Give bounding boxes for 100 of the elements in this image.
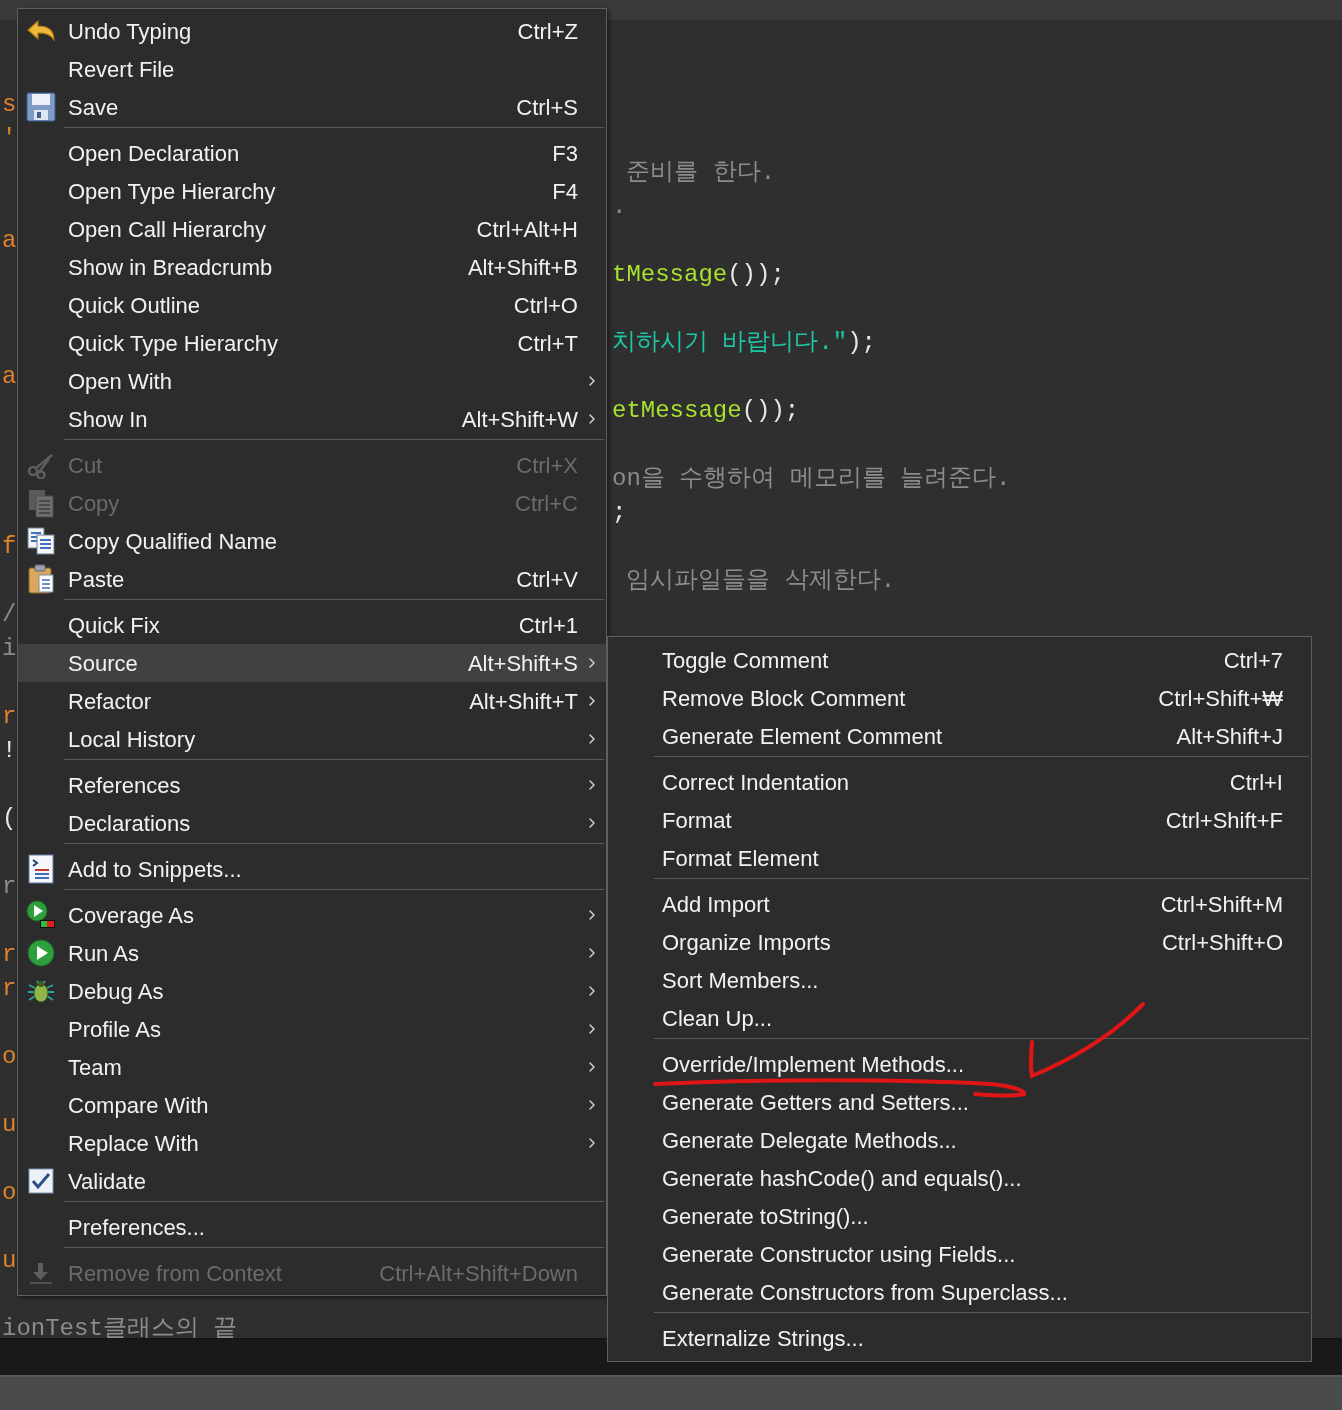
- menu-item[interactable]: Open With: [18, 362, 606, 400]
- menu-item[interactable]: Remove Block Comment Ctrl+Shift+₩: [608, 679, 1311, 717]
- menu-item[interactable]: Generate Constructor using Fields...: [608, 1235, 1311, 1273]
- menu-item[interactable]: Generate Delegate Methods...: [608, 1121, 1311, 1159]
- menu-item[interactable]: Compare With: [18, 1086, 606, 1124]
- menu-item[interactable]: Quick Outline Ctrl+O: [18, 286, 606, 324]
- menu-item[interactable]: Clean Up...: [608, 999, 1311, 1037]
- scissors-icon: [27, 451, 55, 479]
- shortcut-label: Ctrl+Z: [517, 17, 578, 46]
- menu-item[interactable]: Quick Fix Ctrl+1: [18, 606, 606, 644]
- menu-item[interactable]: Copy Qualified Name: [18, 522, 606, 560]
- shortcut-label: Ctrl+Alt+Shift+Down: [379, 1259, 578, 1288]
- undo-arrow-icon: [26, 18, 56, 44]
- shortcut-label: Alt+Shift+B: [467, 253, 578, 282]
- menu-item[interactable]: Refactor Alt+Shift+T: [18, 682, 606, 720]
- code-text: a: [2, 363, 17, 390]
- down-arrow-icon: [28, 1261, 54, 1285]
- menu-item[interactable]: Add to Snippets...: [18, 850, 606, 888]
- shortcut-label: Alt+Shift+W: [461, 405, 578, 434]
- play-coverage-icon: [26, 900, 56, 930]
- menu-item[interactable]: Source Alt+Shift+S: [18, 644, 606, 682]
- menu-item[interactable]: References: [18, 766, 606, 804]
- shortcut-label: Ctrl+O: [513, 291, 578, 320]
- menu-item[interactable]: Replace With: [18, 1124, 606, 1162]
- shortcut-label: Ctrl+Shift+₩: [1158, 684, 1283, 713]
- menu-item[interactable]: Quick Type Hierarchy Ctrl+T: [18, 324, 606, 362]
- menu-item[interactable]: Coverage As: [18, 896, 606, 934]
- menu-item[interactable]: Add Import Ctrl+Shift+M: [608, 885, 1311, 923]
- menu-item[interactable]: Open Call Hierarchy Ctrl+Alt+H: [18, 210, 606, 248]
- code-text: o: [2, 1179, 17, 1206]
- menu-item[interactable]: Override/Implement Methods...: [608, 1045, 1311, 1083]
- code-text: ': [2, 125, 17, 152]
- menu-item[interactable]: Generate Getters and Setters...: [608, 1083, 1311, 1121]
- shortcut-label: Ctrl+S: [516, 93, 578, 122]
- documents-icon: [27, 488, 55, 518]
- code-text: u: [2, 1247, 17, 1274]
- code-text: .: [612, 193, 627, 220]
- menu-item[interactable]: Generate Element Comment Alt+Shift+J: [608, 717, 1311, 755]
- code-text: 치하시기 바랍니다.": [612, 329, 848, 356]
- shortcut-label: Ctrl+X: [516, 451, 578, 480]
- code-text: r: [2, 975, 17, 1002]
- code-text: s: [2, 91, 17, 118]
- shortcut-label: Ctrl+Alt+H: [476, 215, 578, 244]
- save-icon: [26, 92, 56, 122]
- shortcut-label: Alt+Shift+S: [467, 649, 578, 678]
- menu-item[interactable]: Format Ctrl+Shift+F: [608, 801, 1311, 839]
- code-text: /: [2, 601, 17, 628]
- menu-item[interactable]: Show in Breadcrumb Alt+Shift+B: [18, 248, 606, 286]
- shortcut-label: Ctrl+Shift+F: [1165, 806, 1283, 835]
- code-text: ;: [612, 499, 627, 526]
- code-text: !: [2, 737, 17, 764]
- code-text: r: [2, 941, 17, 968]
- menu-item[interactable]: Externalize Strings...: [608, 1319, 1311, 1357]
- menu-item[interactable]: Validate: [18, 1162, 606, 1200]
- shortcut-label: Ctrl+C: [515, 489, 578, 518]
- code-text: o: [2, 1043, 17, 1070]
- menu-item[interactable]: Local History: [18, 720, 606, 758]
- menu-item[interactable]: Toggle Comment Ctrl+7: [608, 641, 1311, 679]
- shortcut-label: Ctrl+T: [517, 329, 578, 358]
- code-text: i: [2, 635, 17, 662]
- checkbox-icon: [28, 1168, 54, 1194]
- menu-item[interactable]: Declarations: [18, 804, 606, 842]
- menu-item[interactable]: Sort Members...: [608, 961, 1311, 999]
- code-text: ());: [727, 261, 785, 288]
- menu-item[interactable]: Open Declaration F3: [18, 134, 606, 172]
- shortcut-label: F3: [552, 139, 578, 168]
- code-text: (: [2, 805, 17, 832]
- code-text: etMessage: [612, 397, 742, 424]
- code-text: );: [847, 329, 877, 356]
- menu-item[interactable]: Revert File: [18, 50, 606, 88]
- shortcut-label: Ctrl+1: [518, 611, 578, 640]
- menu-item[interactable]: Organize Imports Ctrl+Shift+O: [608, 923, 1311, 961]
- code-text: 준비를 한다.: [625, 159, 776, 186]
- code-text: on을 수행하여 메모리를 늘려준다.: [612, 465, 1011, 492]
- menu-item[interactable]: Debug As: [18, 972, 606, 1010]
- code-text: ());: [741, 397, 800, 424]
- code-text: 임시파일들을 삭제한다.: [625, 567, 896, 594]
- menu-item[interactable]: Preferences...: [18, 1208, 606, 1246]
- menu-item[interactable]: Generate Constructors from Superclass...: [608, 1273, 1311, 1311]
- code-text: u: [2, 1111, 17, 1138]
- menu-item[interactable]: Save Ctrl+S: [18, 88, 606, 126]
- code-text: a: [2, 227, 17, 254]
- shortcut-label: Ctrl+Shift+O: [1161, 928, 1283, 957]
- menu-item[interactable]: Profile As: [18, 1010, 606, 1048]
- menu-item[interactable]: Show In Alt+Shift+W: [18, 400, 606, 438]
- shortcut-label: Alt+Shift+J: [1176, 722, 1283, 751]
- code-text: f: [2, 533, 17, 560]
- menu-item[interactable]: Run As: [18, 934, 606, 972]
- shortcut-label: F4: [552, 177, 578, 206]
- shortcut-label: Alt+Shift+T: [469, 687, 578, 716]
- menu-item[interactable]: Format Element: [608, 839, 1311, 877]
- menu-item[interactable]: Undo Typing Ctrl+Z: [18, 12, 606, 50]
- shortcut-label: Ctrl+7: [1223, 646, 1283, 675]
- menu-item[interactable]: Generate toString()...: [608, 1197, 1311, 1235]
- menu-item[interactable]: Open Type Hierarchy F4: [18, 172, 606, 210]
- code-text: r: [2, 703, 17, 730]
- menu-item[interactable]: Paste Ctrl+V: [18, 560, 606, 598]
- menu-item[interactable]: Team: [18, 1048, 606, 1086]
- menu-item[interactable]: Correct Indentation Ctrl+I: [608, 763, 1311, 801]
- menu-item[interactable]: Generate hashCode() and equals()...: [608, 1159, 1311, 1197]
